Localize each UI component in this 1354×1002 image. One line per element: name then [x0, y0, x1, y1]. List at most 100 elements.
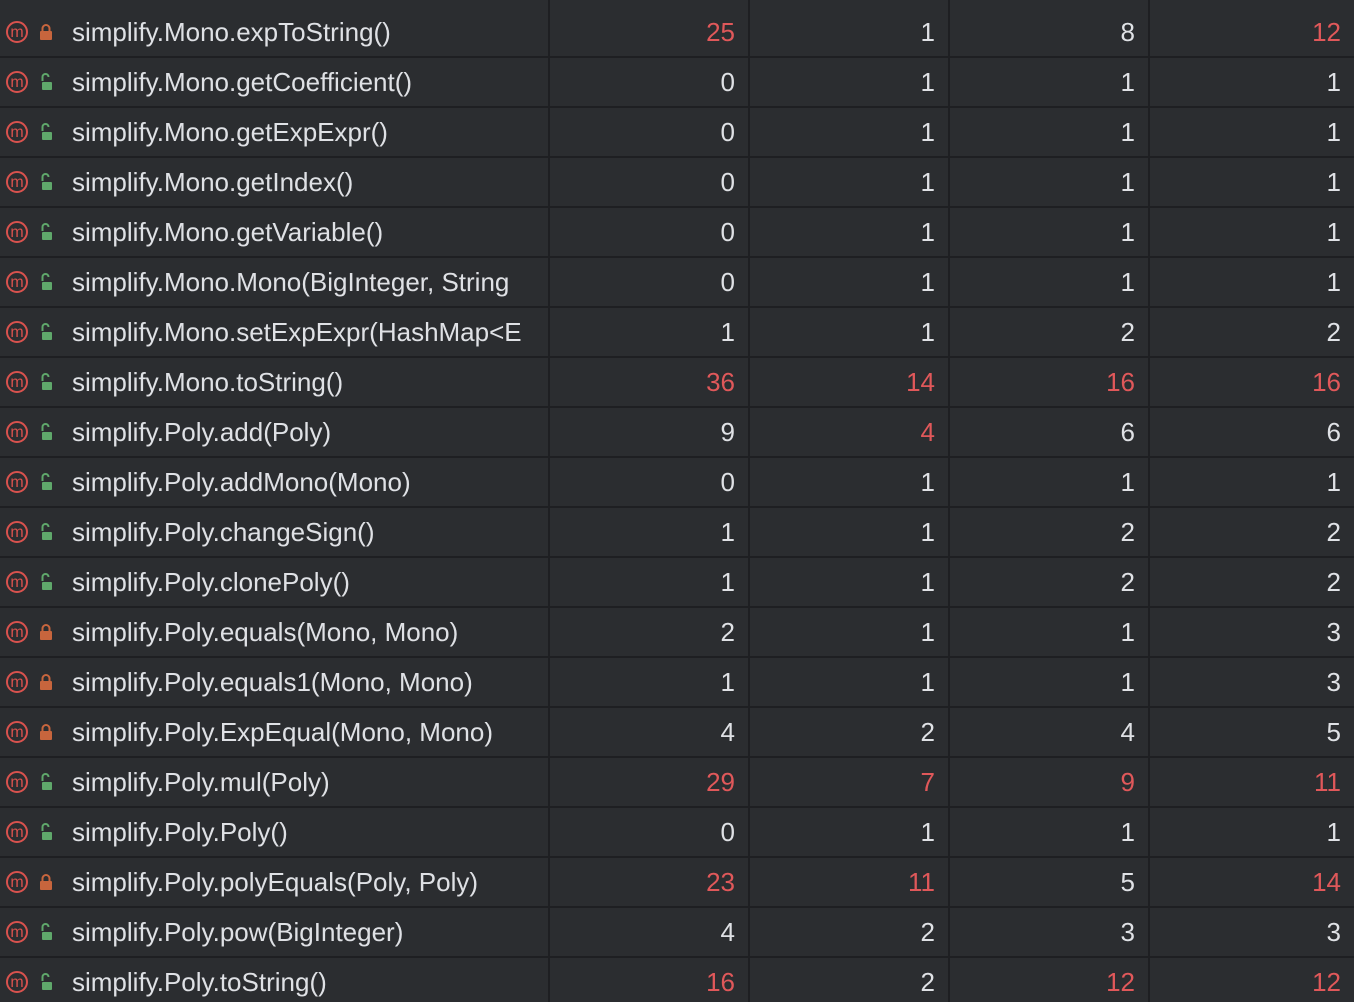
method-cell[interactable]: m simplify.Poly.toString() — [0, 958, 550, 1002]
table-row[interactable]: m simplify.Poly.equals1(Mono, Mono) 1 1 1 3 — [0, 658, 1354, 708]
metric-value-col1: 1 — [550, 558, 750, 606]
table-row[interactable]: m simplify.Poly.changeSign() 1 1 2 2 — [0, 508, 1354, 558]
table-row[interactable]: m simplify.Poly.toString() 16 2 12 12 — [0, 958, 1354, 1002]
table-row[interactable]: m simplify.Poly.polyEquals(Poly, Poly) 23 1… — [0, 858, 1354, 908]
method-name: simplify.Mono.toString() — [72, 366, 344, 397]
metric-value-col2: 1 — [750, 258, 950, 306]
method-cell[interactable]: m simplify.Mono.toString() — [0, 358, 550, 406]
table-row[interactable]: m simplify.Mono.expToString() 25 1 8 12 — [0, 8, 1354, 58]
metric-value-col4: 6 — [1326, 416, 1341, 447]
metric-value-col1: 0 — [550, 258, 750, 306]
method-name: simplify.Poly.ExpEqual(Mono, Mono) — [72, 716, 493, 747]
method-icon: m — [6, 321, 28, 343]
method-cell[interactable]: m simplify.Mono.expToString() — [0, 8, 550, 56]
metric-value-col4: 2 — [1326, 316, 1341, 347]
metric-value-col4: 14 — [1312, 866, 1341, 897]
metric-value-col1: 4 — [550, 708, 750, 756]
metric-value-col2: 2 — [750, 708, 950, 756]
metric-value-col1: 16 — [550, 958, 750, 1002]
metric-value-col3: 9 — [950, 758, 1150, 806]
method-icon: m — [6, 421, 28, 443]
method-name: simplify.Poly.addMono(Mono) — [72, 466, 411, 497]
method-cell[interactable]: m simplify.Mono.getCoefficient() — [0, 58, 550, 106]
table-row[interactable]: m simplify.Poly.clonePoly() 1 1 2 2 — [0, 558, 1354, 608]
method-cell[interactable]: m simplify.Poly.add(Poly) — [0, 408, 550, 456]
metric-value-col2: 1 — [750, 558, 950, 606]
metric-value-col4: 2 — [1326, 566, 1341, 597]
public-unlock-icon — [38, 371, 54, 393]
method-icon: m — [6, 521, 28, 543]
metric-value-col4: 1 — [1326, 816, 1341, 847]
table-row[interactable]: m simplify.Poly.pow(BigInteger) 4 2 3 3 — [0, 908, 1354, 958]
metric-value-col3: 1 — [950, 158, 1150, 206]
metric-value-col3: 1 — [950, 58, 1150, 106]
table-row[interactable]: m simplify.Mono.Mono(BigInteger, String 0 1… — [0, 258, 1354, 308]
method-cell[interactable]: m simplify.Mono.getIndex() — [0, 158, 550, 206]
metric-value-col4: 3 — [1326, 666, 1341, 697]
method-cell[interactable]: m simplify.Mono.setExpExpr(HashMap<E — [0, 308, 550, 356]
metric-value-col3: 8 — [950, 8, 1150, 56]
method-name: simplify.Poly.add(Poly) — [72, 416, 332, 447]
private-lock-icon — [38, 721, 54, 743]
public-unlock-icon — [38, 921, 54, 943]
method-cell[interactable]: m simplify.Poly.polyEquals(Poly, Poly) — [0, 858, 550, 906]
metric-value-col2: 1 — [750, 58, 950, 106]
metric-value-col4: 11 — [1314, 766, 1341, 797]
table-row[interactable]: m simplify.Mono.getCoefficient() 0 1 1 1 — [0, 58, 1354, 108]
metric-value-col2: 14 — [750, 358, 950, 406]
method-cell[interactable]: m simplify.Mono.Mono(BigInteger, String — [0, 258, 550, 306]
method-cell[interactable]: m simplify.Poly.equals(Mono, Mono) — [0, 608, 550, 656]
method-cell[interactable]: m simplify.Poly.ExpEqual(Mono, Mono) — [0, 708, 550, 756]
metric-value-col1: 2 — [550, 608, 750, 656]
public-unlock-icon — [38, 321, 54, 343]
table-row[interactable]: m simplify.Mono.getVariable() 0 1 1 1 — [0, 208, 1354, 258]
method-cell[interactable]: m simplify.Poly.changeSign() — [0, 508, 550, 556]
metric-value-col3: 1 — [950, 808, 1150, 856]
method-icon: m — [6, 921, 28, 943]
metric-value-col4: 1 — [1326, 216, 1341, 247]
method-cell[interactable]: m simplify.Poly.clonePoly() — [0, 558, 550, 606]
metric-value-col4: 12 — [1312, 966, 1341, 997]
private-lock-icon — [38, 21, 54, 43]
public-unlock-icon — [38, 221, 54, 243]
method-cell[interactable]: m simplify.Poly.Poly() — [0, 808, 550, 856]
metric-value-col4: 12 — [1312, 16, 1341, 47]
metric-value-col1: 29 — [550, 758, 750, 806]
metric-value-col3: 2 — [950, 558, 1150, 606]
table-row[interactable]: m simplify.Poly.addMono(Mono) 0 1 1 1 — [0, 458, 1354, 508]
metric-value-col4: 1 — [1326, 466, 1341, 497]
method-cell[interactable]: m simplify.Poly.addMono(Mono) — [0, 458, 550, 506]
method-name: simplify.Poly.equals(Mono, Mono) — [72, 616, 459, 647]
metric-value-col3: 2 — [950, 508, 1150, 556]
method-icon: m — [6, 271, 28, 293]
metric-value-col3: 1 — [950, 658, 1150, 706]
public-unlock-icon — [38, 271, 54, 293]
table-row[interactable]: m simplify.Poly.add(Poly) 9 4 6 6 — [0, 408, 1354, 458]
table-row[interactable]: m simplify.Poly.ExpEqual(Mono, Mono) 4 2 4 5 — [0, 708, 1354, 758]
metric-value-col2: 1 — [750, 608, 950, 656]
method-cell[interactable]: m simplify.Poly.mul(Poly) — [0, 758, 550, 806]
metric-value-col4: 5 — [1326, 716, 1341, 747]
method-cell[interactable]: m simplify.Mono.getExpExpr() — [0, 108, 550, 156]
table-row[interactable]: m simplify.Mono.setExpExpr(HashMap<E 1 1 2 2 — [0, 308, 1354, 358]
table-row[interactable]: m simplify.Poly.equals(Mono, Mono) 2 1 1 3 — [0, 608, 1354, 658]
method-cell[interactable]: m simplify.Poly.pow(BigInteger) — [0, 908, 550, 956]
table-row[interactable]: m simplify.Mono.toString() 36 14 16 16 — [0, 358, 1354, 408]
public-unlock-icon — [38, 821, 54, 843]
table-row[interactable]: m simplify.Mono.getIndex() 0 1 1 1 — [0, 158, 1354, 208]
method-icon: m — [6, 871, 28, 893]
metric-value-col4: 1 — [1326, 166, 1341, 197]
method-cell[interactable]: m simplify.Mono.getVariable() — [0, 208, 550, 256]
method-icon: m — [6, 21, 28, 43]
method-cell[interactable]: m simplify.Poly.equals1(Mono, Mono) — [0, 658, 550, 706]
public-unlock-icon — [38, 421, 54, 443]
public-unlock-icon — [38, 521, 54, 543]
metric-value-col4: 2 — [1326, 516, 1341, 547]
method-icon: m — [6, 771, 28, 793]
table-top-edge — [0, 0, 1354, 8]
table-row[interactable]: m simplify.Poly.mul(Poly) 29 7 9 11 — [0, 758, 1354, 808]
method-name: simplify.Mono.getIndex() — [72, 166, 354, 197]
table-row[interactable]: m simplify.Poly.Poly() 0 1 1 1 — [0, 808, 1354, 858]
table-row[interactable]: m simplify.Mono.getExpExpr() 0 1 1 1 — [0, 108, 1354, 158]
method-name: simplify.Poly.mul(Poly) — [72, 766, 330, 797]
